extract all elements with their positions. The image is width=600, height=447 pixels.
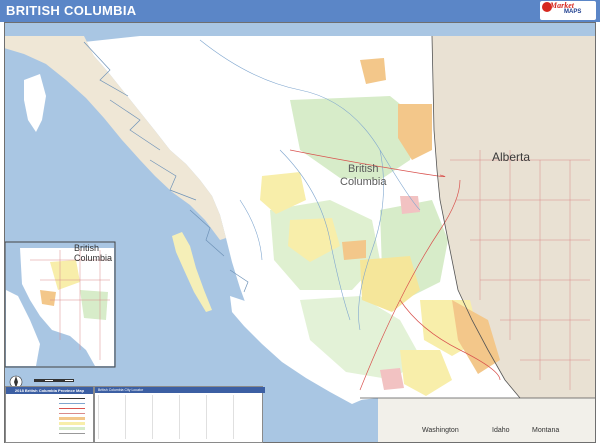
scale-bar-icon (34, 379, 74, 382)
index-column (125, 395, 152, 439)
map-border (4, 22, 596, 443)
label-washington: Washington (422, 427, 459, 434)
label-alberta: Alberta (492, 150, 531, 164)
label-montana: Montana (532, 427, 560, 434)
legend-title: 2018 British Columbia Province Map (6, 387, 93, 394)
index-title: British Columbia City Locator (95, 387, 265, 393)
index-column (233, 395, 260, 439)
city-locator-index: British Columbia City Locator (94, 386, 265, 443)
index-column (179, 395, 206, 439)
index-column (98, 395, 125, 439)
index-column (152, 395, 179, 439)
map-legend: 2018 British Columbia Province Map (5, 386, 94, 443)
label-british-columbia: British Columbia (340, 163, 387, 188)
label-inset-british-columbia: British Columbia (74, 243, 113, 263)
label-idaho: Idaho (492, 427, 510, 434)
legend-row (9, 431, 89, 436)
index-column (206, 395, 233, 439)
